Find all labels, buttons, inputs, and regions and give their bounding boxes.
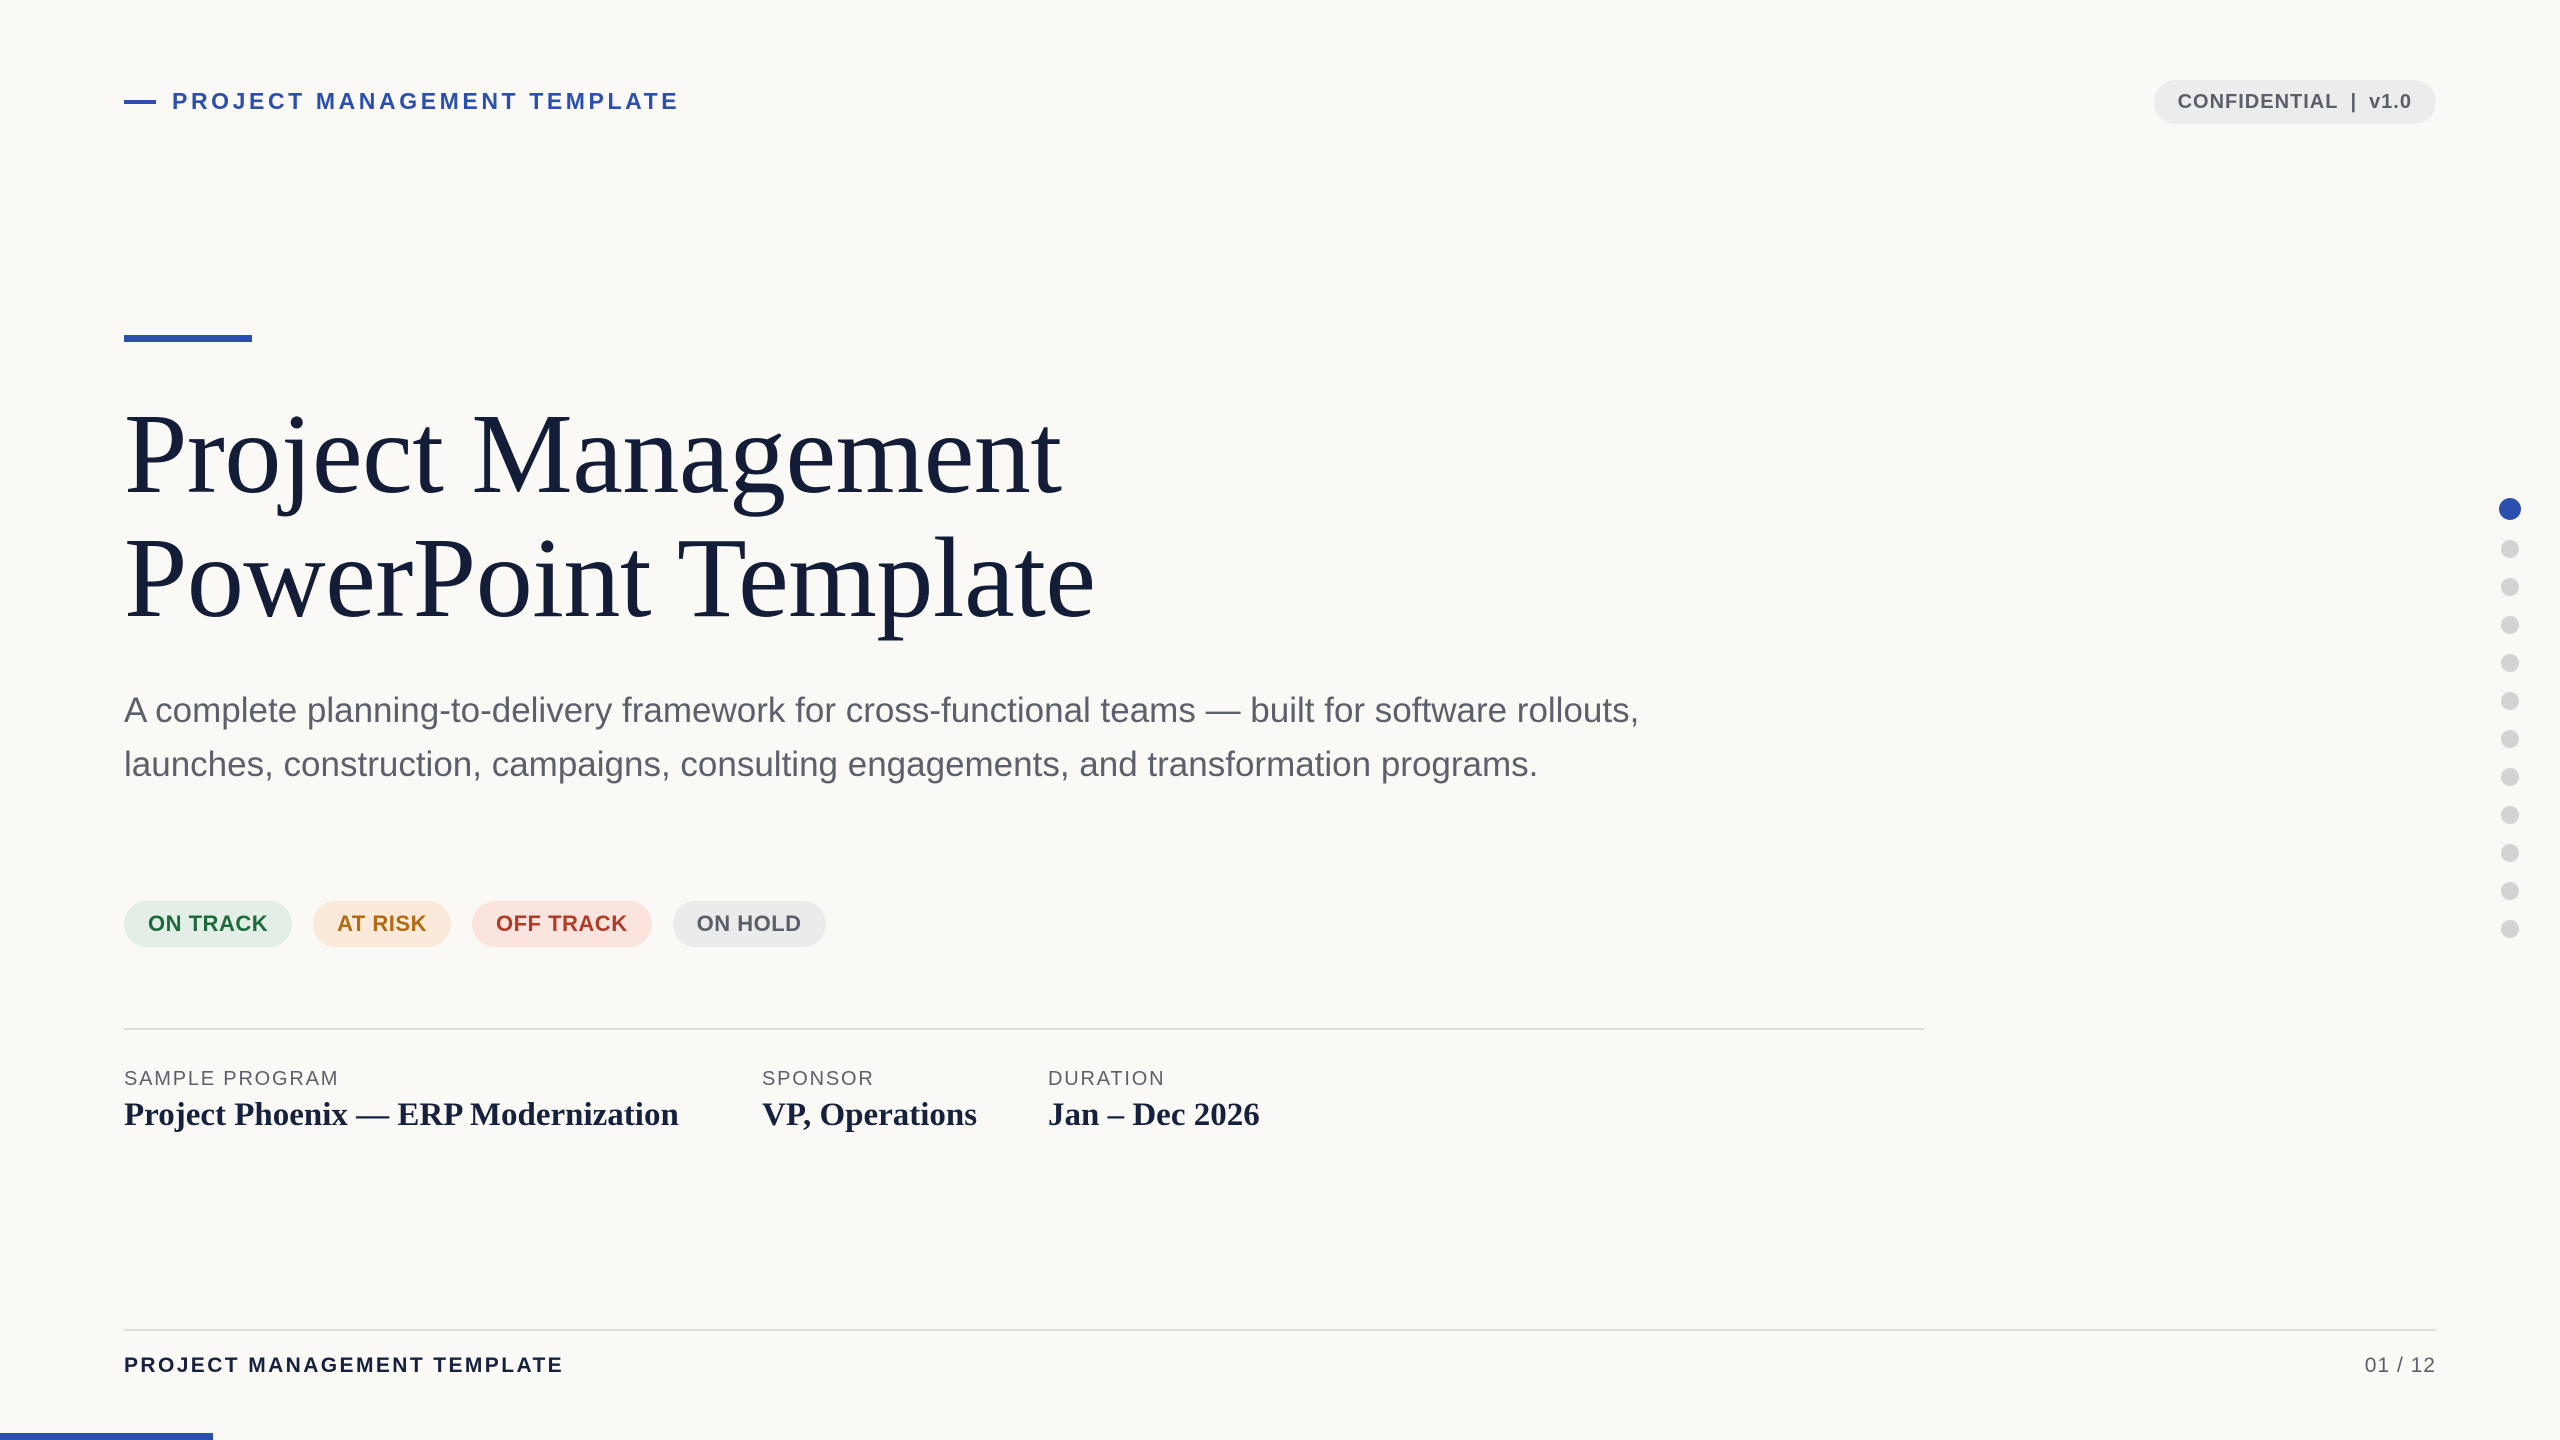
slide-dot-9[interactable]: [2501, 806, 2519, 824]
duration-label: DURATION: [1048, 1068, 1166, 1090]
meta-sponsor: SPONSOR VP, Operations: [762, 1068, 977, 1134]
sponsor-label: SPONSOR: [762, 1068, 875, 1090]
slide-dot-5[interactable]: [2501, 654, 2519, 672]
slide-dot-3[interactable]: [2501, 578, 2519, 596]
kicker-dash: [124, 99, 156, 104]
title-line-2: PowerPoint Template: [124, 514, 1096, 641]
slide-dot-12[interactable]: [2501, 920, 2519, 938]
slide-dot-2[interactable]: [2501, 540, 2519, 558]
section-divider: [124, 1028, 1924, 1030]
meta-duration: DURATION Jan – Dec 2026: [1048, 1068, 1260, 1134]
program-label: SAMPLE PROGRAM: [124, 1068, 340, 1090]
program-value: Project Phoenix — ERP Modernization: [124, 1097, 679, 1133]
footer-divider: [124, 1329, 2436, 1331]
slide-dot-8[interactable]: [2501, 768, 2519, 786]
confidential-badge: CONFIDENTIAL | v1.0: [2153, 80, 2436, 124]
status-badge-on-track: ON TRACK: [124, 901, 293, 947]
footer-title: PROJECT MANAGEMENT TEMPLATE: [124, 1354, 565, 1377]
version-label: v1.0: [2369, 90, 2412, 113]
slide-dot-10[interactable]: [2501, 844, 2519, 862]
top-kicker: PROJECT MANAGEMENT TEMPLATE: [124, 88, 680, 115]
sponsor-value: VP, Operations: [762, 1097, 978, 1133]
slide-dot-4[interactable]: [2501, 616, 2519, 634]
slide-dot-1[interactable]: [2499, 498, 2521, 520]
status-badge-off-track: OFF TRACK: [471, 901, 652, 947]
page-title: Project Management PowerPoint Template: [124, 392, 1624, 640]
slide-dot-7[interactable]: [2501, 730, 2519, 748]
slide-progress-bar: [0, 1433, 213, 1440]
status-badge-on-hold: ON HOLD: [672, 901, 826, 947]
status-legend: ON TRACK AT RISK OFF TRACK ON HOLD: [124, 901, 826, 947]
title-accent-bar: [124, 335, 252, 342]
slide-navigation: [2499, 498, 2521, 938]
status-badge-at-risk: AT RISK: [313, 901, 451, 947]
meta-program: SAMPLE PROGRAM Project Phoenix — ERP Mod…: [124, 1068, 679, 1134]
title-line-1: Project Management: [124, 390, 1062, 517]
slide-dot-11[interactable]: [2501, 882, 2519, 900]
slide-dot-6[interactable]: [2501, 692, 2519, 710]
confidential-label: CONFIDENTIAL: [2177, 90, 2339, 113]
page-number: 01 / 12: [2364, 1354, 2436, 1377]
badge-separator: |: [2350, 90, 2358, 113]
kicker-label: PROJECT MANAGEMENT TEMPLATE: [172, 88, 681, 114]
page-description: A complete planning-to-delivery framewor…: [124, 691, 1640, 784]
duration-value: Jan – Dec 2026: [1048, 1097, 1260, 1133]
